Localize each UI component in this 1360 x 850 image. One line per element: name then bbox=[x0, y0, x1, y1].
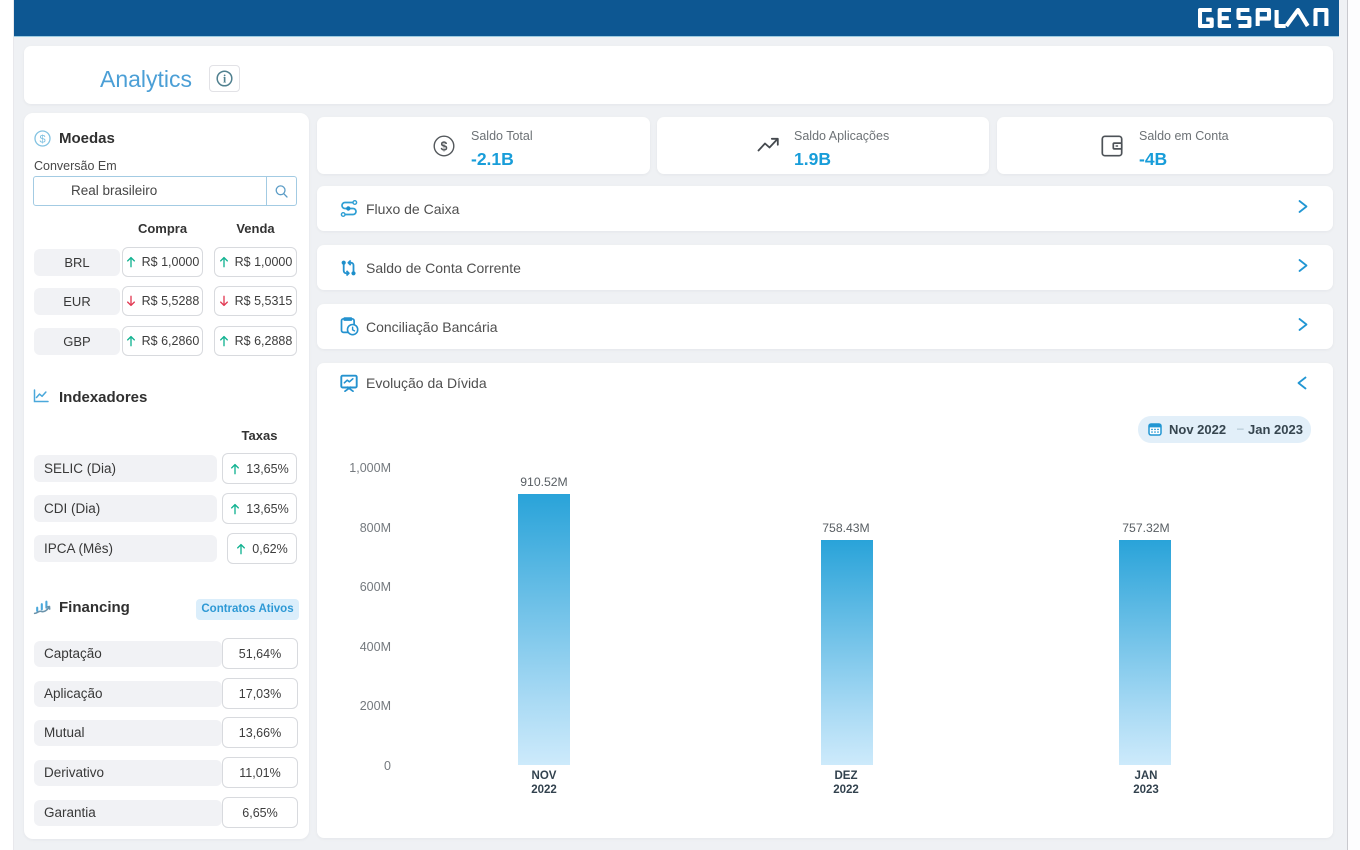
svg-text:i: i bbox=[223, 74, 227, 86]
svg-text:$: $ bbox=[39, 133, 45, 145]
svg-text:$: $ bbox=[441, 139, 448, 153]
